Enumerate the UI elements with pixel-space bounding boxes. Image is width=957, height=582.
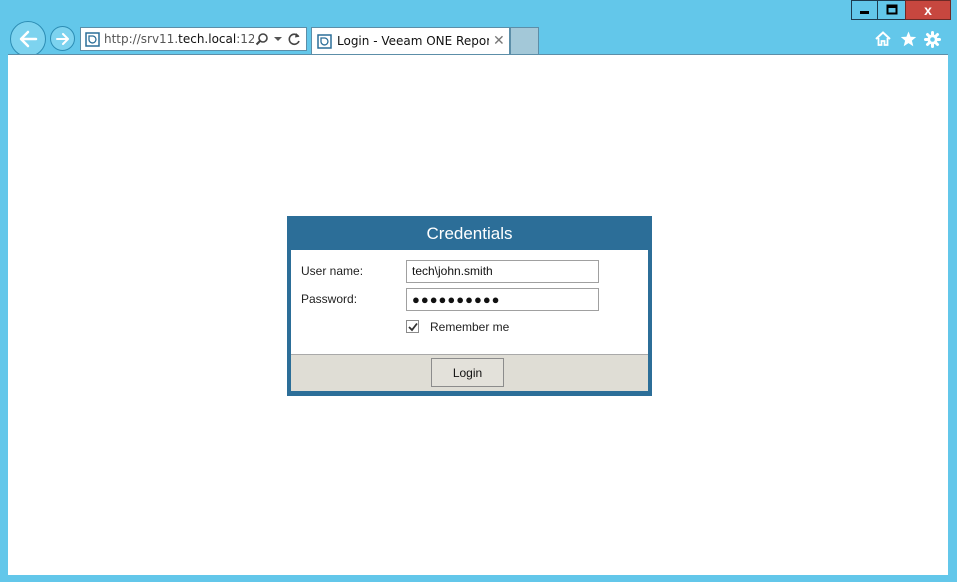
tab-title: Login - Veeam ONE Reporter [337,34,489,48]
search-icon[interactable] [254,30,270,48]
minimize-button[interactable] [851,0,878,20]
login-button[interactable]: Login [431,358,504,387]
minimize-icon [859,11,869,14]
remember-me-label[interactable]: Remember me [430,320,509,334]
address-bar[interactable]: http://srv11.tech.local:1239/ [80,27,307,51]
page-icon [317,33,332,49]
tab-login[interactable]: Login - Veeam ONE Reporter ✕ [311,27,510,54]
page-viewport: Credentials User name: tech\john.smith P… [8,54,948,575]
back-button[interactable] [10,21,46,57]
forward-button[interactable] [50,26,75,51]
forward-icon [55,32,69,45]
url-text[interactable]: http://srv11.tech.local:1239/ [104,32,254,46]
back-icon [19,30,38,48]
checkmark-icon [407,322,418,331]
dialog-title: Credentials [426,224,513,243]
star-icon[interactable] [898,29,918,49]
gear-icon[interactable] [922,29,942,49]
username-input[interactable]: tech\john.smith [406,260,599,283]
page-icon [85,31,100,47]
close-icon: x [924,2,932,18]
username-label: User name: [301,264,364,278]
url-suffix: :1239/ [236,32,254,46]
maximize-button[interactable] [877,0,906,20]
dialog-body: User name: tech\john.smith Password: ●●●… [291,250,648,354]
password-input[interactable]: ●●●●●●●●●● [406,288,599,311]
tab-close-icon[interactable]: ✕ [493,34,505,48]
home-icon[interactable] [873,29,893,49]
password-label: Password: [301,292,358,306]
refresh-icon[interactable] [286,30,302,48]
dialog-footer: Login [291,354,648,391]
url-prefix: http://srv11. [104,32,179,46]
close-window-button[interactable]: x [905,0,951,20]
dropdown-icon[interactable] [270,30,286,48]
remember-me-checkbox[interactable] [406,320,419,333]
login-dialog: Credentials User name: tech\john.smith P… [287,216,652,396]
maximize-icon [886,4,897,15]
new-tab-button[interactable] [510,27,539,54]
url-host: tech.local [178,32,237,46]
